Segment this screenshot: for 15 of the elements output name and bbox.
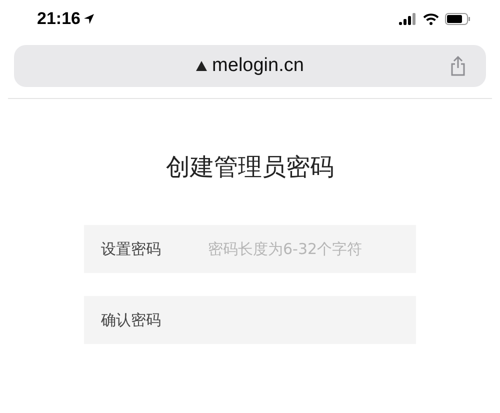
status-time: 21:16 <box>37 8 80 30</box>
share-icon[interactable] <box>450 56 466 76</box>
location-arrow-icon <box>83 12 96 24</box>
url-text: melogin.cn <box>212 54 304 78</box>
address-bar[interactable]: melogin.cn <box>14 45 486 87</box>
battery-icon <box>445 12 471 24</box>
field-label: 确认密码 <box>101 310 162 331</box>
signal-icon <box>399 12 417 24</box>
field-label: 设置密码 <box>101 238 162 260</box>
password-input[interactable]: 密码长度为6-32个字符 <box>208 238 399 260</box>
page-title: 创建管理员密码 <box>166 152 334 183</box>
wifi-icon <box>423 12 439 24</box>
password-field[interactable]: 确认密码 <box>84 296 416 344</box>
password-field[interactable]: 设置密码 密码长度为6-32个字符 <box>84 225 416 273</box>
warning-icon <box>196 61 208 71</box>
